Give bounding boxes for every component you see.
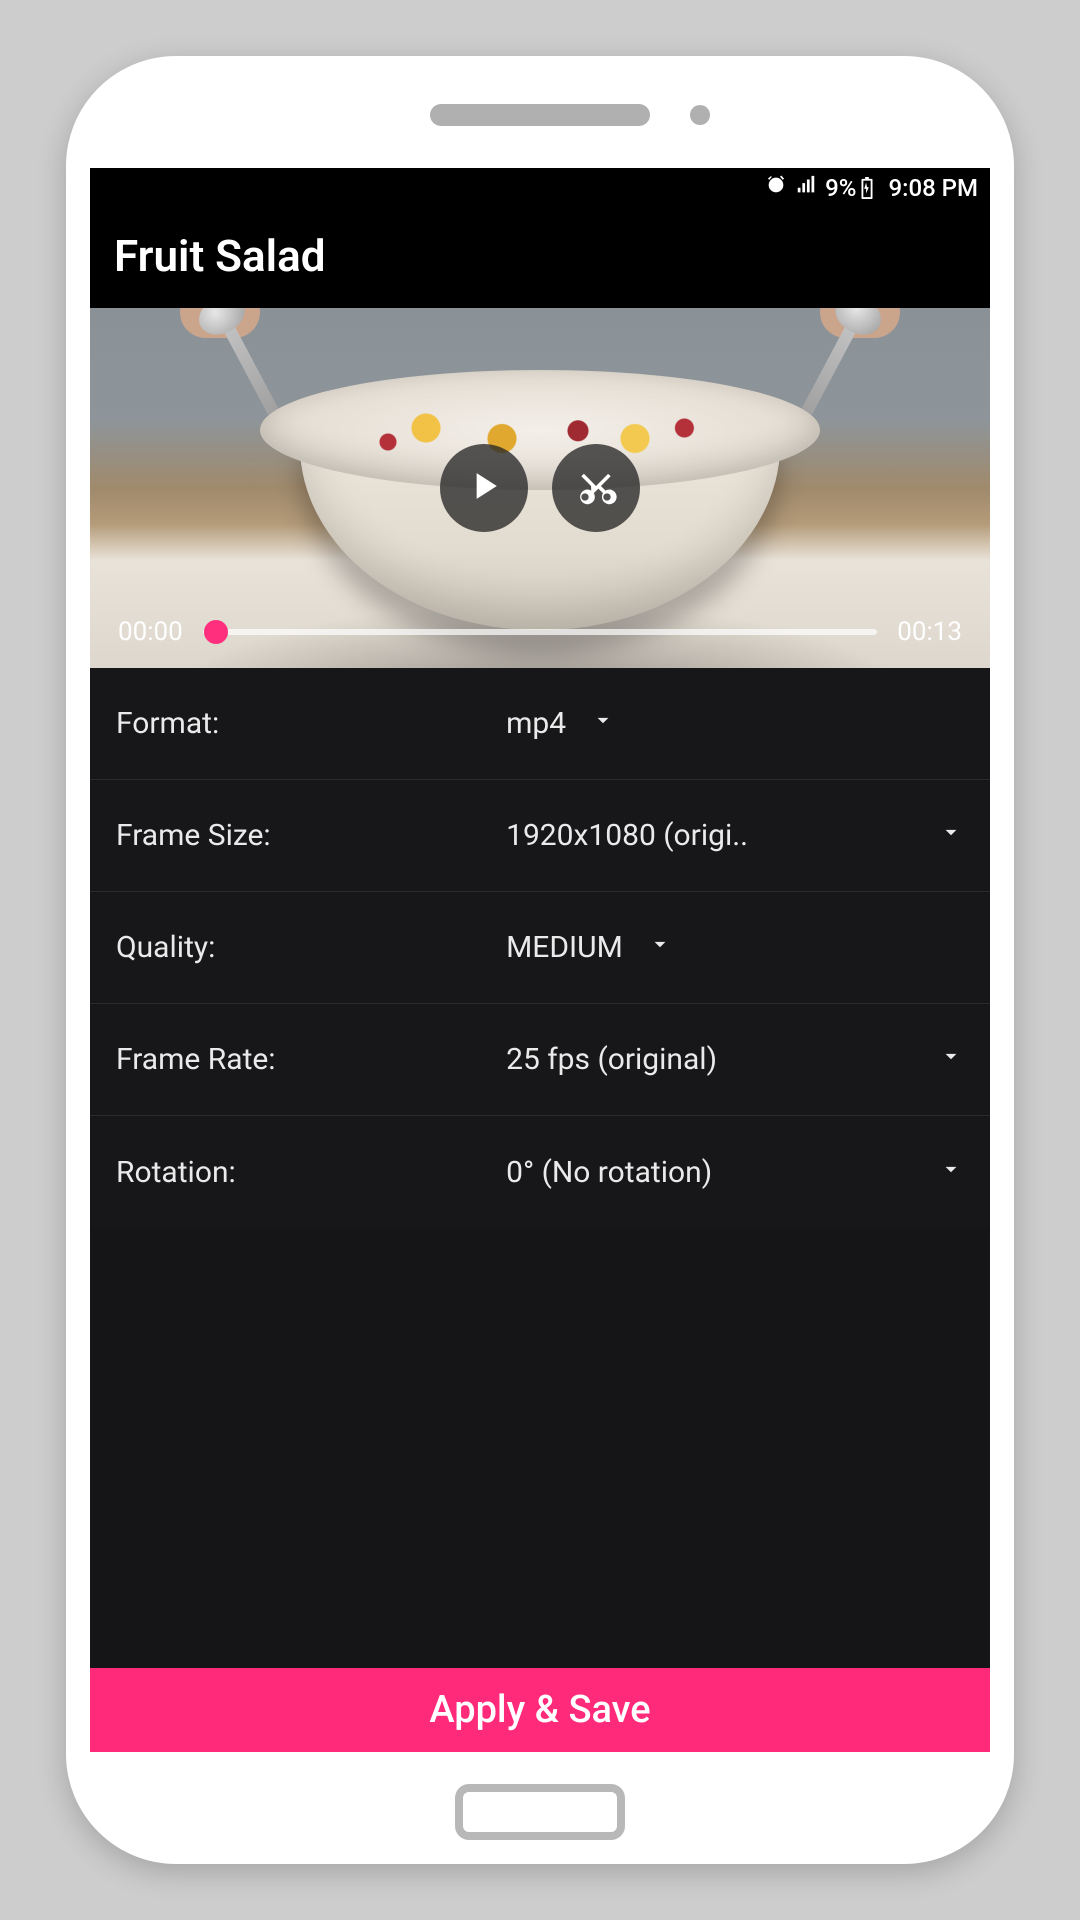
- play-icon: [462, 464, 506, 512]
- chevron-down-icon: [647, 930, 673, 965]
- seek-track[interactable]: [203, 629, 878, 635]
- select-frame-size[interactable]: 1920x1080 (origi..: [506, 818, 964, 853]
- chevron-down-icon: [938, 1155, 964, 1190]
- settings-list: Format: mp4 Frame Size: 1920x1080 (origi…: [90, 668, 990, 1228]
- battery-icon: [860, 177, 874, 199]
- select-format[interactable]: mp4: [506, 706, 964, 741]
- select-rotation[interactable]: 0° (No rotation): [506, 1155, 964, 1190]
- select-quality[interactable]: MEDIUM: [506, 930, 964, 965]
- value-quality: MEDIUM: [506, 930, 623, 965]
- video-preview[interactable]: 00:00 00:13: [90, 308, 990, 668]
- row-quality: Quality: MEDIUM: [90, 892, 990, 1004]
- apply-label: Apply & Save: [429, 1688, 650, 1732]
- seek-knob[interactable]: [204, 620, 228, 644]
- trim-button[interactable]: [552, 444, 640, 532]
- phone-frame: 9% 9:08 PM Fruit Salad: [66, 56, 1014, 1864]
- apply-save-button[interactable]: Apply & Save: [90, 1668, 990, 1752]
- value-frame-size: 1920x1080 (origi..: [506, 818, 748, 853]
- value-format: mp4: [506, 706, 566, 741]
- screen: 9% 9:08 PM Fruit Salad: [90, 168, 990, 1752]
- chevron-down-icon: [938, 818, 964, 853]
- row-frame-rate: Frame Rate: 25 fps (original): [90, 1004, 990, 1116]
- value-frame-rate: 25 fps (original): [506, 1042, 717, 1077]
- chevron-down-icon: [590, 706, 616, 741]
- time-current: 00:00: [118, 617, 183, 647]
- home-button[interactable]: [455, 1784, 625, 1840]
- label-format: Format:: [116, 706, 506, 741]
- battery-pct: 9%: [825, 174, 856, 202]
- title-bar: Fruit Salad: [90, 208, 990, 308]
- alarm-icon: [765, 174, 787, 202]
- speaker-grille: [430, 104, 650, 126]
- row-frame-size: Frame Size: 1920x1080 (origi..: [90, 780, 990, 892]
- value-rotation: 0° (No rotation): [506, 1155, 712, 1190]
- time-duration: 00:13: [897, 617, 962, 647]
- status-bar: 9% 9:08 PM: [90, 168, 990, 208]
- page-title: Fruit Salad: [114, 230, 966, 282]
- label-rotation: Rotation:: [116, 1155, 506, 1190]
- clock-text: 9:08 PM: [888, 174, 978, 202]
- row-rotation: Rotation: 0° (No rotation): [90, 1116, 990, 1228]
- label-frame-rate: Frame Rate:: [116, 1042, 506, 1077]
- label-frame-size: Frame Size:: [116, 818, 506, 853]
- front-sensor: [690, 105, 710, 125]
- select-frame-rate[interactable]: 25 fps (original): [506, 1042, 964, 1077]
- battery-status: 9%: [825, 174, 874, 202]
- label-quality: Quality:: [116, 930, 506, 965]
- scissors-icon: [574, 464, 618, 512]
- timeline: 00:00 00:13: [90, 596, 990, 668]
- signal-icon: [795, 174, 817, 202]
- row-format: Format: mp4: [90, 668, 990, 780]
- play-button[interactable]: [440, 444, 528, 532]
- bowl-graphic: [260, 370, 820, 630]
- chevron-down-icon: [938, 1042, 964, 1077]
